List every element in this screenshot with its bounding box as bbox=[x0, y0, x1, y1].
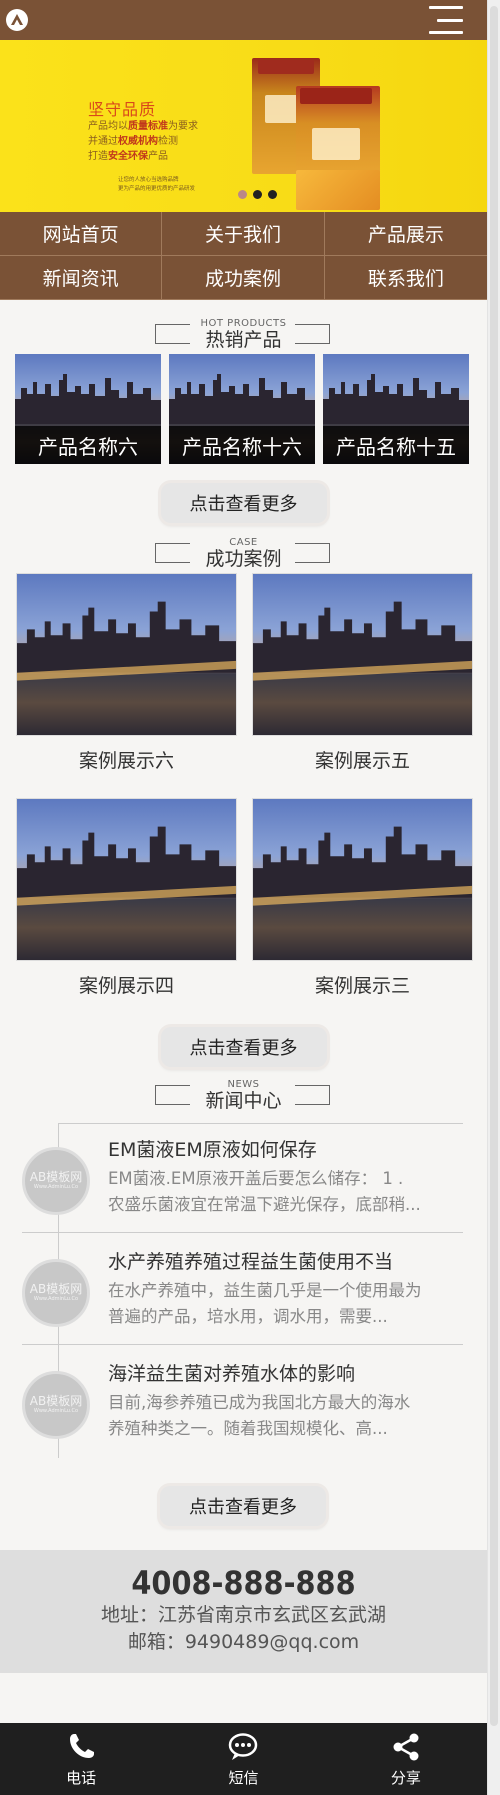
case-card[interactable]: 案例展示五 bbox=[252, 573, 473, 798]
case-card[interactable]: 案例展示三 bbox=[252, 798, 473, 1023]
hero-banner[interactable]: 坚守品质 产品均以质量标准为要求 并通过权威机构检测 打造安全环保产品 让您的人… bbox=[0, 40, 487, 212]
product-card[interactable]: 产品名称六 bbox=[15, 354, 161, 464]
product-card[interactable]: 产品名称十六 bbox=[169, 354, 315, 464]
share-label: 分享 bbox=[390, 1768, 421, 1787]
logo-icon[interactable] bbox=[6, 9, 28, 31]
slide-dot[interactable] bbox=[253, 190, 262, 199]
scrollbar-thumb[interactable] bbox=[490, 6, 498, 1726]
banner-line-3: 打造安全环保产品 bbox=[88, 151, 168, 162]
products-section-title: HOT PRODUCTS 热销产品 bbox=[0, 300, 487, 354]
news-item[interactable]: AB模板网 Www.AdminLu.Co 海洋益生菌对养殖水体的影响 目前,海参养… bbox=[22, 1345, 463, 1457]
slide-dots bbox=[238, 190, 277, 199]
call-button[interactable]: 电话 bbox=[0, 1723, 162, 1795]
news-title: 水产养殖养殖过程益生菌使用不当 bbox=[108, 1251, 394, 1273]
section-cn-label: 新闻中心 bbox=[205, 1090, 282, 1112]
product-name: 产品名称六 bbox=[15, 426, 161, 464]
case-card[interactable]: 案例展示四 bbox=[16, 798, 237, 1023]
news-summary: EM菌液.EM原液开盖后要怎么储存： 1 . 农盛乐菌液宜在常温下避光保存，底部稍… bbox=[108, 1169, 421, 1214]
product-card[interactable]: 产品名称十五 bbox=[323, 354, 469, 464]
slide-dot[interactable] bbox=[238, 190, 247, 199]
top-header bbox=[0, 0, 487, 40]
case-image bbox=[252, 798, 473, 961]
contact-block: 4008-888-888 地址：江苏省南京市玄武区玄武湖 邮箱：9490489@… bbox=[0, 1550, 487, 1673]
news-more-button[interactable]: 点击查看更多 bbox=[160, 1486, 326, 1526]
banner-line-2: 并通过权威机构检测 bbox=[88, 136, 178, 147]
section-cn-label: 成功案例 bbox=[205, 548, 282, 570]
share-icon bbox=[393, 1733, 419, 1760]
banner-title: 坚守品质 bbox=[88, 100, 157, 119]
product-name: 产品名称十六 bbox=[169, 426, 315, 464]
contact-email: 邮箱：9490489@qq.com bbox=[127, 1631, 360, 1653]
news-title: 海洋益生菌对养殖水体的影响 bbox=[108, 1363, 356, 1385]
banner-small-2: 更为产品的用更优质的产品研发 bbox=[118, 186, 196, 192]
news-item[interactable]: AB模板网 Www.AdminLu.Co 水产养殖养殖过程益生菌使用不当 在水产养… bbox=[22, 1233, 463, 1345]
case-image bbox=[16, 798, 237, 961]
main-nav: 网站首页 关于我们 产品展示 新闻资讯 成功案例 联系我们 bbox=[0, 212, 487, 300]
section-cn-label: 热销产品 bbox=[205, 329, 282, 351]
case-image bbox=[16, 573, 237, 736]
case-name: 案例展示四 bbox=[78, 975, 174, 997]
news-section-title: NEWS 新闻中心 bbox=[0, 1061, 487, 1115]
news-summary: 在水产养殖中，益生菌几乎是一个使用最为 普遍的产品，培水用，调水用，需要... bbox=[108, 1281, 422, 1326]
banner-small-1: 让您的人放心当选购品牌 bbox=[118, 177, 179, 183]
page-scrollbar[interactable] bbox=[487, 0, 500, 1795]
nav-cases[interactable]: 成功案例 bbox=[162, 256, 325, 300]
sms-button[interactable]: 短信 bbox=[162, 1723, 324, 1795]
nav-about[interactable]: 关于我们 bbox=[162, 212, 325, 256]
news-title: EM菌液EM原液如何保存 bbox=[108, 1139, 317, 1161]
case-image bbox=[252, 573, 473, 736]
news-item[interactable]: AB模板网 Www.AdminLu.Co EM菌液EM原液如何保存 EM菌液.EM… bbox=[22, 1121, 463, 1233]
nav-home[interactable]: 网站首页 bbox=[0, 212, 163, 256]
sms-label: 短信 bbox=[228, 1768, 259, 1787]
nav-products[interactable]: 产品展示 bbox=[324, 212, 487, 256]
case-list: 案例展示六 案例展示五 案例展示四 案例展示三 bbox=[0, 573, 487, 1023]
news-list: AB模板网 Www.AdminLu.Co EM菌液EM原液如何保存 EM菌液.EM… bbox=[0, 1121, 487, 1458]
slide-dot[interactable] bbox=[268, 190, 277, 199]
news-thumbnail: AB模板网 Www.AdminLu.Co bbox=[22, 1371, 90, 1439]
case-card[interactable]: 案例展示六 bbox=[16, 573, 237, 798]
news-thumbnail: AB模板网 Www.AdminLu.Co bbox=[22, 1147, 90, 1215]
contact-address: 地址：江苏省南京市玄武区玄武湖 bbox=[100, 1604, 386, 1626]
banner-line-1: 产品均以质量标准为要求 bbox=[88, 121, 198, 132]
cases-section-title: CASE 成功案例 bbox=[0, 519, 487, 573]
share-button[interactable]: 分享 bbox=[325, 1723, 487, 1795]
case-name: 案例展示五 bbox=[314, 750, 410, 772]
news-thumbnail: AB模板网 Www.AdminLu.Co bbox=[22, 1259, 90, 1327]
case-name: 案例展示三 bbox=[314, 975, 410, 997]
nav-news[interactable]: 新闻资讯 bbox=[0, 256, 163, 300]
product-list: 产品名称六 产品名称十六 产品名称十五 bbox=[0, 354, 487, 464]
bottom-action-bar: 电话 短信 分享 bbox=[0, 1723, 487, 1795]
call-label: 电话 bbox=[66, 1768, 97, 1787]
news-summary: 目前,海参养殖已成为我国北方最大的海水 养殖种类之一。随着我国规模化、高... bbox=[108, 1393, 411, 1438]
menu-icon[interactable] bbox=[429, 6, 463, 34]
products-more-button[interactable]: 点击查看更多 bbox=[160, 483, 327, 523]
case-name: 案例展示六 bbox=[78, 750, 174, 772]
nav-contact[interactable]: 联系我们 bbox=[324, 256, 487, 300]
product-name: 产品名称十五 bbox=[323, 426, 469, 464]
phone-icon bbox=[70, 1733, 95, 1758]
hotline-number[interactable]: 4008-888-888 bbox=[0, 1564, 487, 1602]
message-icon bbox=[229, 1732, 258, 1760]
